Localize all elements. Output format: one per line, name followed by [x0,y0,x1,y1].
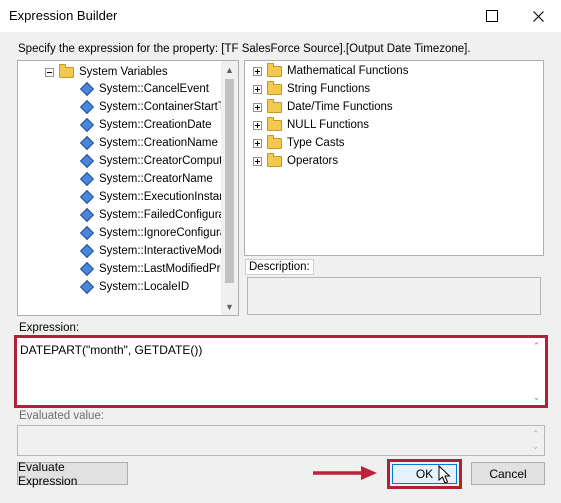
variable-icon [79,189,95,205]
variable-label: System::LocaleID [99,281,190,293]
function-category-label: Type Casts [287,137,345,149]
mouse-cursor-icon [438,465,451,484]
variable-item[interactable]: System::ExecutionInstanc [79,188,231,206]
variable-icon [79,243,95,259]
expression-highlight: DATEPART("month", GETDATE()) ⌃ ⌄ [14,335,548,408]
variable-label: System::InteractiveMode [99,245,226,257]
folder-icon [267,116,282,131]
variable-label: System::ExecutionInstanc [99,191,232,203]
arrow-annotation [313,466,377,480]
evaluated-value-box: ⌃ ⌄ [17,425,545,456]
expression-text: DATEPART("month", GETDATE()) [20,343,203,357]
expand-icon[interactable] [253,156,262,166]
property-prompt: Specify the expression for the property:… [18,43,471,55]
folder-icon [267,134,282,149]
folder-icon [267,98,282,113]
tree-node-system-variables[interactable]: System Variables [45,63,168,81]
variable-item[interactable]: System::CreatorName [79,170,213,188]
scroll-thumb[interactable] [225,79,234,283]
variable-label: System::CreationName [99,137,218,149]
variable-label: System::CreatorName [99,173,213,185]
variable-item[interactable]: System::CreationName [79,134,218,152]
expression-scrollbar[interactable]: ⌃ ⌄ [530,341,543,403]
scroll-down-icon[interactable]: ▼ [221,298,238,315]
variable-item[interactable]: System::InteractiveMode [79,242,226,260]
function-category-label: Operators [287,155,339,167]
folder-icon [59,63,74,78]
folder-icon [267,62,282,77]
maximize-button[interactable] [469,0,515,32]
function-category[interactable]: Type Casts [253,134,345,152]
function-category[interactable]: NULL Functions [253,116,369,134]
variable-item[interactable]: System::LastModifiedProd [79,260,233,278]
function-category[interactable]: Operators [253,152,338,170]
expression-input[interactable]: DATEPART("month", GETDATE()) ⌃ ⌄ [17,338,545,405]
variables-tree[interactable]: System Variables System::CancelEvent Sys… [17,60,239,316]
maximize-icon [486,10,498,22]
close-icon [532,10,544,22]
expand-icon[interactable] [253,138,262,148]
function-category-label: String Functions [287,83,371,95]
variable-icon [79,81,95,97]
variable-item[interactable]: System::IgnoreConfiguratic [79,224,238,242]
variable-icon [79,135,95,151]
window-title: Expression Builder [9,8,118,23]
evaluated-value-label: Evaluated value: [19,410,105,422]
folder-icon [267,80,282,95]
function-category-label: Mathematical Functions [287,65,409,77]
scroll-up-icon[interactable]: ▲ [221,61,238,78]
scroll-down-icon[interactable]: ⌄ [530,392,543,403]
variable-icon [79,99,95,115]
variable-icon [79,171,95,187]
variable-icon [79,261,95,277]
function-category-label: Date/Time Functions [287,101,393,113]
variable-label: System::CancelEvent [99,83,209,95]
tree-node-label: System Variables [79,66,168,78]
variable-item[interactable]: System::FailedConfiguratic [79,206,236,224]
variable-item[interactable]: System::ContainerStartTim [79,98,237,116]
close-button[interactable] [515,0,561,32]
variable-label: System::CreatorComputerN [99,155,239,167]
function-category-label: NULL Functions [287,119,370,131]
description-box [247,277,541,315]
expand-icon[interactable] [253,102,262,112]
expand-icon[interactable] [253,120,262,130]
cancel-button[interactable]: Cancel [471,462,545,485]
variable-item[interactable]: System::CreationDate [79,116,212,134]
variable-item[interactable]: System::LocaleID [79,278,189,296]
variable-item[interactable]: System::CreatorComputerN [79,152,239,170]
functions-tree[interactable]: Mathematical Functions String Functions … [244,60,544,256]
collapse-icon[interactable] [45,67,54,77]
expression-label: Expression: [19,322,80,334]
variable-item[interactable]: System::CancelEvent [79,80,209,98]
evaluate-expression-button[interactable]: Evaluate Expression [17,460,128,488]
variables-scrollbar[interactable]: ▲ ▼ [221,61,238,315]
variable-label: System::LastModifiedProd [99,263,234,275]
function-category[interactable]: Date/Time Functions [253,98,393,116]
variable-label: System::ContainerStartTim [99,101,237,113]
function-category[interactable]: String Functions [253,80,370,98]
variable-icon [79,225,95,241]
scroll-up-icon[interactable]: ⌃ [530,341,543,352]
variable-icon [79,279,95,295]
evaluated-scrollbar: ⌃ ⌄ [531,429,540,451]
expand-icon[interactable] [253,66,262,76]
variable-icon [79,153,95,169]
variable-icon [79,207,95,223]
folder-icon [267,152,282,167]
description-label: Description: [245,259,314,275]
variable-label: System::CreationDate [99,119,212,131]
variable-icon [79,117,95,133]
function-category[interactable]: Mathematical Functions [253,62,408,80]
expand-icon[interactable] [253,84,262,94]
variable-label: System::FailedConfiguratic [99,209,237,221]
variable-label: System::IgnoreConfiguratic [99,227,238,239]
